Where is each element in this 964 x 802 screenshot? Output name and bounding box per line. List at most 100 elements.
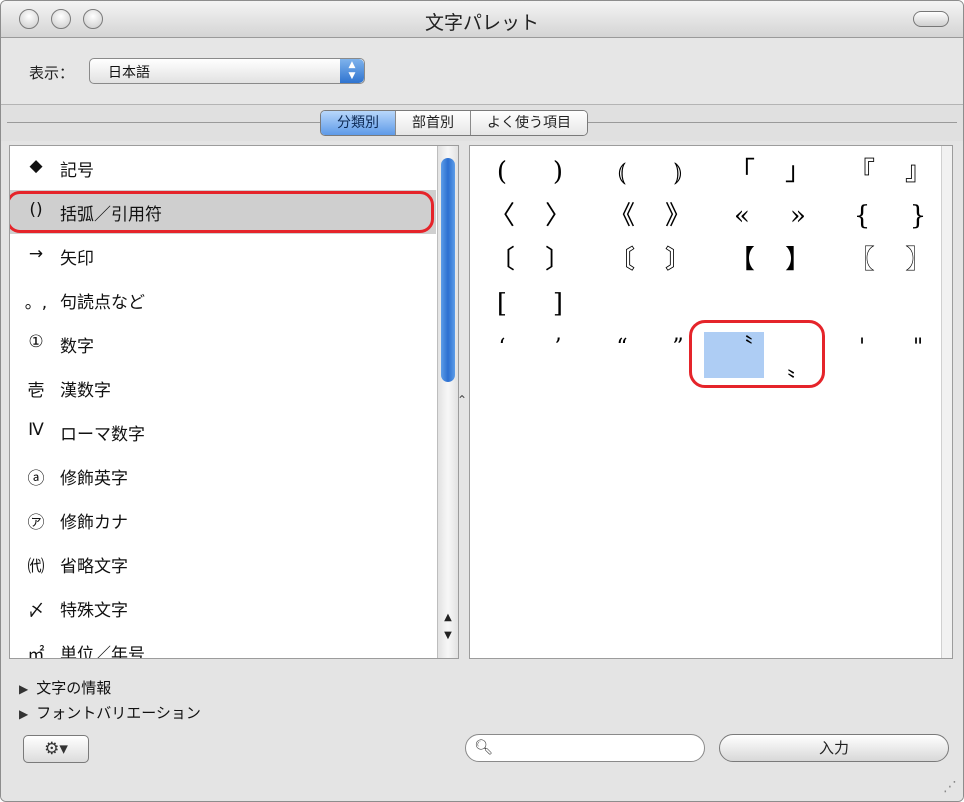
scroll-down-arrow-icon[interactable]: ▼ xyxy=(438,628,458,644)
category-label: 修飾英字 xyxy=(60,469,128,489)
search-icon: 🔍︎ xyxy=(474,738,494,756)
character-cell[interactable]: 】 xyxy=(768,244,828,276)
search-input[interactable] xyxy=(496,738,686,756)
font-variation-label: フォントバリエーション xyxy=(36,704,201,722)
view-popup-value: 日本語 xyxy=(108,65,150,81)
category-label: 特殊文字 xyxy=(60,601,128,621)
category-label: 句読点など xyxy=(60,293,145,313)
category-glyph: ⓐ xyxy=(27,469,45,489)
title-bar: 文字パレット xyxy=(1,1,963,38)
character-grid-scrollbar[interactable] xyxy=(941,146,952,658)
show-label: 表示： xyxy=(29,64,75,82)
category-label: 修飾カナ xyxy=(60,513,128,533)
character-cell[interactable]: 》 xyxy=(648,200,708,232)
category-item-special[interactable]: 〆 特殊文字 xyxy=(10,586,436,630)
character-cell[interactable]: 〉 xyxy=(528,200,588,232)
character-cell[interactable]: { xyxy=(832,200,892,232)
category-item-decorated-latin[interactable]: ⓐ 修飾英字 xyxy=(10,454,436,498)
gear-menu-button[interactable]: ⚙▾ xyxy=(23,735,89,763)
category-glyph: 。, xyxy=(24,293,48,313)
disclosure-triangle-icon: ▶ xyxy=(19,707,29,721)
category-glyph: → xyxy=(28,244,44,264)
category-label: 単位／年号 xyxy=(60,645,145,659)
category-item-kanji-numerals[interactable]: 壱 漢数字 xyxy=(10,366,436,410)
character-cell[interactable]: “ xyxy=(592,332,652,364)
character-cell[interactable]: 〘 xyxy=(592,244,652,276)
category-scrollbar[interactable]: ▲ ▼ xyxy=(437,146,458,658)
character-cell[interactable]: « xyxy=(712,200,772,232)
popup-arrows-icon: ▲ ▼ xyxy=(340,59,364,83)
category-item-decorated-kana[interactable]: ㋐ 修飾カナ xyxy=(10,498,436,542)
category-glyph: ◆ xyxy=(29,156,43,176)
character-cell[interactable]: 《 xyxy=(592,200,652,232)
disclosure-triangle-icon: ▶ xyxy=(19,682,29,696)
character-palette-window: 文字パレット 表示： 日本語 ▲ ▼ 分類別 部首別 よく使う項目 ◆ 記号 ()… xyxy=(0,0,964,802)
character-cell[interactable]: } xyxy=(888,200,948,232)
character-cell[interactable]: 「 xyxy=(712,156,772,188)
character-cell[interactable]: 」 xyxy=(768,156,828,188)
character-cell[interactable]: 〕 xyxy=(528,244,588,276)
char-info-disclosure[interactable]: ▶ 文字の情報 xyxy=(19,677,111,698)
category-item-abbreviations[interactable]: ㈹ 省略文字 xyxy=(10,542,436,586)
scrollbar-thumb[interactable] xyxy=(441,158,455,382)
bottom-panel: ▶ 文字の情報 ▶ フォントバリエーション ⚙▾ 🔍︎ 入力 ⋰ xyxy=(1,661,963,801)
font-variation-disclosure[interactable]: ▶ フォントバリエーション xyxy=(19,702,201,723)
character-grid: () ⦅ ⦆ 「」『』〈〉《》 «»{} 〔〕〘〙【】〖〗[] ‘’ “” 〝〟 ' " xyxy=(469,145,953,659)
resize-grip-icon[interactable]: ⋰ xyxy=(943,779,957,795)
character-cell[interactable]: 』 xyxy=(888,156,948,188)
category-list: ◆ 記号 () 括弧／引用符 → 矢印 。, 句読点など ① 数字 壱 漢数字 … xyxy=(9,145,459,659)
character-cell[interactable]: " xyxy=(888,332,948,364)
character-cell[interactable]: ( xyxy=(472,156,532,188)
category-item-units[interactable]: ㎡ 単位／年号 xyxy=(10,630,436,659)
character-cell[interactable]: 〈 xyxy=(472,200,532,232)
category-item-roman-numerals[interactable]: Ⅳ ローマ数字 xyxy=(10,410,436,454)
character-cell[interactable]: ) xyxy=(528,156,588,188)
category-item-symbols[interactable]: ◆ 記号 xyxy=(10,146,436,190)
toolbar: 表示： 日本語 ▲ ▼ xyxy=(1,38,963,104)
splitter-handle-icon[interactable]: ⌃ xyxy=(457,393,467,407)
category-glyph: 〆 xyxy=(27,601,45,621)
view-popup[interactable]: 日本語 ▲ ▼ xyxy=(89,58,365,84)
character-cell[interactable]: ⦆ xyxy=(648,156,708,188)
window-title: 文字パレット xyxy=(424,12,539,34)
category-item-numbers[interactable]: ① 数字 xyxy=(10,322,436,366)
category-label: 数字 xyxy=(60,337,94,357)
category-label: 記号 xyxy=(60,161,94,181)
character-cell[interactable]: ⦅ xyxy=(592,156,652,188)
tab-strip: 分類別 部首別 よく使う項目 xyxy=(1,104,963,141)
toolbar-toggle-button[interactable] xyxy=(913,11,949,27)
category-item-arrows[interactable]: → 矢印 xyxy=(10,234,436,278)
character-cell[interactable]: 【 xyxy=(712,244,772,276)
scroll-up-arrow-icon[interactable]: ▲ xyxy=(438,610,458,626)
gear-icon: ⚙▾ xyxy=(44,739,68,759)
tab-favorites[interactable]: よく使う項目 xyxy=(470,111,587,135)
annotation-highlight-left xyxy=(10,191,434,233)
character-cell[interactable]: [ xyxy=(472,288,532,320)
category-label: 矢印 xyxy=(60,249,94,269)
category-item-punctuation[interactable]: 。, 句読点など xyxy=(10,278,436,322)
tab-by-radical[interactable]: 部首別 xyxy=(395,111,470,135)
category-glyph: 壱 xyxy=(27,381,45,401)
character-cell[interactable]: 〔 xyxy=(472,244,532,276)
character-cell[interactable]: ' xyxy=(832,332,892,364)
char-info-label: 文字の情報 xyxy=(36,679,112,697)
category-glyph: ① xyxy=(28,332,44,352)
character-cell[interactable]: ‘ xyxy=(472,332,532,364)
search-box[interactable]: 🔍︎ xyxy=(465,734,705,762)
category-glyph: ㎡ xyxy=(27,645,45,659)
insert-button[interactable]: 入力 xyxy=(719,734,949,762)
character-cell[interactable]: ] xyxy=(528,288,588,320)
character-cell[interactable]: » xyxy=(768,200,828,232)
character-cell[interactable]: 〙 xyxy=(648,244,708,276)
category-label: ローマ数字 xyxy=(60,425,145,445)
character-cell[interactable]: ’ xyxy=(528,332,588,364)
character-cell[interactable]: 〗 xyxy=(888,244,948,276)
character-cell[interactable]: 『 xyxy=(832,156,892,188)
annotation-highlight-right xyxy=(689,320,825,388)
tab-by-category[interactable]: 分類別 xyxy=(321,111,395,135)
category-label: 省略文字 xyxy=(60,557,128,577)
tab-bar: 分類別 部首別 よく使う項目 xyxy=(320,110,588,136)
character-cell[interactable]: 〖 xyxy=(832,244,892,276)
category-glyph: ㋐ xyxy=(27,513,45,533)
category-glyph: ㈹ xyxy=(27,557,45,577)
